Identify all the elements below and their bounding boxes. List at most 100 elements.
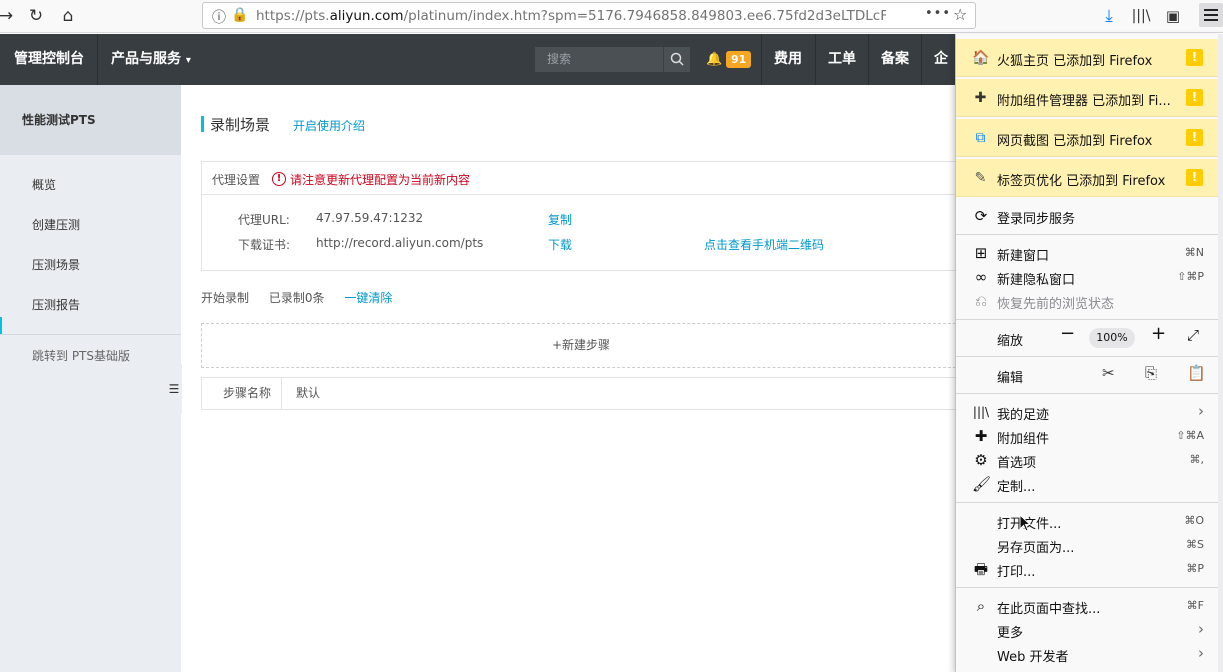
library-icon: |||\ — [972, 405, 990, 419]
download-link[interactable]: 下载 — [548, 236, 572, 253]
shortcut: ⇧⌘A — [1176, 429, 1204, 442]
save-page-item[interactable]: 另存页面为... ⌘S — [956, 533, 1218, 557]
shortcut: ⌘N — [1184, 246, 1204, 259]
warning-icon: ! — [1186, 169, 1203, 186]
tickets-link[interactable]: 工单 — [828, 34, 856, 85]
page-actions-icon[interactable]: ••• — [925, 6, 951, 21]
search-button[interactable] — [663, 47, 690, 72]
new-window-item[interactable]: ⊞ 新建窗口 ⌘N — [956, 241, 1218, 265]
zoom-out-button[interactable]: − — [1060, 323, 1075, 344]
scrollbar[interactable] — [1218, 34, 1223, 672]
zoom-row: 缩放 — [956, 326, 1218, 350]
addon-notice[interactable]: ⧉ 网页截图 已添加到 Firefox ! — [956, 119, 1218, 157]
gear-icon: ⚙ — [974, 451, 988, 469]
restore-session-item[interactable]: ⎌ 恢复先前的浏览状态 — [956, 289, 1218, 313]
addon-notice[interactable]: ✚ 附加组件管理器 已添加到 Fi... ! — [956, 79, 1218, 117]
fullscreen-icon[interactable]: ⤢ — [1187, 326, 1199, 344]
notification-badge[interactable]: 91 — [726, 51, 752, 68]
title-accent — [201, 116, 204, 132]
reload-icon[interactable]: ↻ — [24, 4, 48, 28]
hamburger-menu-button[interactable] — [1199, 3, 1223, 27]
divider — [761, 34, 762, 85]
zoom-in-button[interactable]: + — [1151, 323, 1166, 344]
notice-text: 标签页优化 已添加到 Firefox — [997, 174, 1166, 189]
sync-menu-item[interactable]: ⟳ 登录同步服务 — [956, 204, 1218, 228]
url-text[interactable]: https://pts.aliyun.com/platinum/index.ht… — [256, 8, 886, 24]
addon-notice[interactable]: ✎ 标签页优化 已添加到 Firefox ! — [956, 159, 1218, 197]
proxy-title: 代理设置 — [212, 173, 261, 187]
edit-label: 编辑 — [997, 371, 1024, 386]
library-item[interactable]: |||\ 我的足迹 › — [956, 400, 1218, 424]
customize-item[interactable]: 🖌 定制... — [956, 472, 1218, 496]
webdev-label: Web 开发者 — [997, 650, 1069, 665]
caret-down-icon: ▾ — [185, 55, 191, 66]
proxy-url-label: 代理URL: — [238, 213, 290, 227]
library-label: 我的足迹 — [997, 408, 1050, 423]
search-input[interactable]: 搜索 — [535, 47, 663, 72]
enterprise-link[interactable]: 企业 — [934, 34, 955, 118]
qr-code-link[interactable]: 点击查看手机端二维码 — [704, 236, 824, 253]
cut-icon[interactable]: ✂ — [1102, 364, 1115, 382]
sync-label: 登录同步服务 — [997, 212, 1076, 227]
divider — [0, 334, 181, 335]
divider — [921, 34, 922, 85]
divider — [956, 502, 1218, 503]
shortcut: ⌘S — [1186, 538, 1204, 551]
divider — [815, 34, 816, 85]
sidebar-item-reports[interactable]: 压测报告 — [0, 285, 181, 325]
library-icon[interactable]: |||\ — [1129, 4, 1153, 28]
forward-icon[interactable]: → — [0, 4, 18, 28]
bookmark-star-icon[interactable]: ☆ — [953, 5, 967, 24]
more-item[interactable]: 更多 › — [956, 618, 1218, 642]
divider — [956, 356, 1218, 357]
web-developer-item[interactable]: Web 开发者 › — [956, 642, 1218, 666]
notice-text: 火狐主页 已添加到 Firefox — [997, 54, 1153, 69]
find-item[interactable]: ⌕ 在此页面中查找... ⌘F — [956, 594, 1218, 618]
preferences-item[interactable]: ⚙ 首选项 ⌘, — [956, 448, 1218, 472]
new-step-button[interactable]: +新建步骤 — [201, 323, 961, 368]
open-file-item[interactable]: 打开文件... ⌘O — [956, 509, 1218, 533]
search-icon — [670, 52, 684, 66]
copy-link[interactable]: 复制 — [548, 211, 572, 228]
new-window-icon: ⊞ — [974, 244, 988, 262]
shortcut: ⇧⌘P — [1177, 270, 1204, 283]
info-icon[interactable]: ⓘ — [212, 7, 226, 27]
addon-manager-icon: ✚ — [974, 90, 987, 106]
home-icon[interactable]: ⌂ — [56, 4, 80, 28]
sidebar-item-scenes[interactable]: 压测场景 — [0, 245, 181, 285]
sidebar-item-basic-version[interactable]: 跳转到 PTS基础版 — [0, 347, 130, 364]
step-table: 步骤名称 默认 — [201, 377, 961, 410]
zoom-reset-button[interactable]: 100% — [1089, 328, 1135, 348]
bell-icon[interactable]: 🔔 — [706, 34, 722, 85]
addon-notice[interactable]: 🏠 火狐主页 已添加到 Firefox ! — [956, 39, 1218, 77]
warning-icon: ! — [1186, 129, 1203, 146]
restore-icon: ⎌ — [974, 292, 987, 310]
console-top-bar: 管理控制台 产品与服务 ▾ 搜索 🔔 91 费用 工单 备案 企业 — [0, 34, 955, 118]
console-home-link[interactable]: 管理控制台 — [14, 34, 84, 85]
start-record-button[interactable]: 开始录制 — [201, 291, 249, 305]
paintbrush-icon: 🖌 — [972, 475, 992, 493]
private-window-item[interactable]: ∞ 新建隐私窗口 ⇧⌘P — [956, 265, 1218, 289]
collapse-sidebar-icon[interactable]: ☰ — [166, 364, 182, 414]
shortcut: ⌘, — [1189, 453, 1205, 466]
download-icon[interactable]: ⤓ — [1097, 4, 1121, 28]
divider — [956, 393, 1218, 394]
sidebar-item-create[interactable]: 创建压测 — [0, 205, 181, 245]
proxy-url-value: 47.97.59.47:1232 — [316, 211, 424, 225]
sidebar-icon[interactable]: ▣ — [1161, 4, 1185, 28]
fees-link[interactable]: 费用 — [774, 34, 802, 85]
clear-all-link[interactable]: 一键清除 — [344, 291, 392, 305]
url-bar[interactable]: ⓘ 🔒 https://pts.aliyun.com/platinum/inde… — [202, 2, 976, 29]
print-item[interactable]: 🖶 打印... ⌘P — [956, 557, 1218, 581]
addons-item[interactable]: ✚ 附加组件 ⇧⌘A — [956, 424, 1218, 448]
sidebar-item-overview[interactable]: 概览 — [0, 165, 181, 205]
copy-icon[interactable]: ⎘ — [1145, 364, 1157, 382]
insecure-lock-icon[interactable]: 🔒 — [231, 7, 248, 23]
products-menu[interactable]: 产品与服务 ▾ — [111, 34, 191, 85]
shortcut: ⌘P — [1186, 562, 1204, 575]
intro-link[interactable]: 开启使用介绍 — [293, 117, 365, 134]
icp-link[interactable]: 备案 — [881, 34, 909, 85]
paste-icon[interactable]: 📋 — [1187, 364, 1206, 382]
sidebar-title: 性能测试PTS — [0, 85, 181, 155]
edit-row: 编辑 — [956, 363, 1218, 387]
